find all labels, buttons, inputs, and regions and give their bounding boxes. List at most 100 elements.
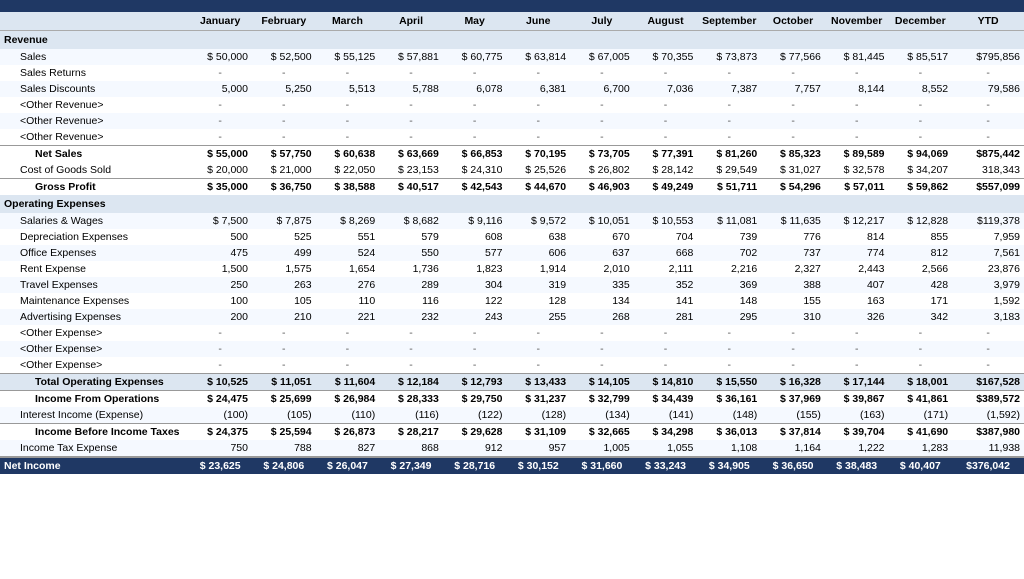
row-value: - [952, 357, 1024, 374]
row-value: - [634, 341, 698, 357]
row-value: $ 12,793 [443, 374, 507, 391]
row-label: Net Income [0, 457, 188, 474]
table-row: Gross Profit$ 35,000$ 36,750$ 38,588$ 40… [0, 179, 1024, 196]
row-value: $ 60,775 [443, 49, 507, 65]
row-value: $ 10,553 [634, 213, 698, 229]
table-row: Income From Operations$ 24,475$ 25,699$ … [0, 391, 1024, 408]
row-value: $ 67,005 [570, 49, 634, 65]
row-value: - [506, 341, 570, 357]
row-value: $ 26,802 [570, 162, 634, 179]
row-value: - [761, 341, 825, 357]
row-value: $ 34,905 [697, 457, 761, 474]
row-value: $ 31,027 [761, 162, 825, 179]
row-value: 1,222 [825, 440, 889, 457]
col-jul: July [570, 12, 634, 31]
row-value: $ 36,650 [761, 457, 825, 474]
row-value: $557,099 [952, 179, 1024, 196]
row-value: - [825, 97, 889, 113]
row-value: - [188, 113, 252, 129]
row-value: - [825, 129, 889, 146]
row-value: - [634, 65, 698, 81]
row-value: - [506, 65, 570, 81]
row-value: 388 [761, 277, 825, 293]
table-row: Net Income$ 23,625$ 24,806$ 26,047$ 27,3… [0, 457, 1024, 474]
row-value: $376,042 [952, 457, 1024, 474]
row-value: $ 25,699 [252, 391, 316, 408]
row-value: 276 [316, 277, 380, 293]
row-value: $ 85,323 [761, 146, 825, 163]
row-value: $ 63,814 [506, 49, 570, 65]
row-value: $ 15,550 [697, 374, 761, 391]
row-value: $ 9,572 [506, 213, 570, 229]
row-value: $ 52,500 [252, 49, 316, 65]
row-value: 163 [825, 293, 889, 309]
row-value: $ 38,483 [825, 457, 889, 474]
row-value: $ 36,013 [697, 424, 761, 441]
row-value: (134) [570, 407, 634, 424]
row-value: - [379, 113, 443, 129]
row-value: 606 [506, 245, 570, 261]
col-nov: November [825, 12, 889, 31]
row-value: - [570, 357, 634, 374]
row-value: - [252, 97, 316, 113]
row-value: - [252, 325, 316, 341]
row-value: 500 [188, 229, 252, 245]
row-label: Advertising Expenses [0, 309, 188, 325]
row-value: - [252, 341, 316, 357]
row-value: $ 40,407 [889, 457, 953, 474]
header [0, 0, 1024, 12]
table-row: <Other Expense>------------- [0, 357, 1024, 374]
row-value: 827 [316, 440, 380, 457]
row-value: 243 [443, 309, 507, 325]
row-value: $ 9,116 [443, 213, 507, 229]
row-label: <Other Expense> [0, 357, 188, 374]
row-value: 1,914 [506, 261, 570, 277]
row-value: $ 32,665 [570, 424, 634, 441]
row-value: $ 12,217 [825, 213, 889, 229]
row-value: $ 39,704 [825, 424, 889, 441]
row-value: $ 28,142 [634, 162, 698, 179]
row-value: (110) [316, 407, 380, 424]
row-value: - [952, 129, 1024, 146]
row-value: $ 51,711 [697, 179, 761, 196]
row-value: $ 26,984 [316, 391, 380, 408]
row-label: Gross Profit [0, 179, 188, 196]
row-value: - [697, 97, 761, 113]
table-row: <Other Revenue>------------- [0, 97, 1024, 113]
row-value: 134 [570, 293, 634, 309]
row-value: $ 26,047 [316, 457, 380, 474]
row-value: - [634, 357, 698, 374]
row-value: - [316, 357, 380, 374]
row-value: 2,566 [889, 261, 953, 277]
row-value: - [443, 113, 507, 129]
row-value: 868 [379, 440, 443, 457]
row-value: 232 [379, 309, 443, 325]
row-label: <Other Expense> [0, 325, 188, 341]
table-row: Total Operating Expenses$ 10,525$ 11,051… [0, 374, 1024, 391]
row-value: - [889, 97, 953, 113]
table-row: <Other Expense>------------- [0, 325, 1024, 341]
table-row: Cost of Goods Sold$ 20,000$ 21,000$ 22,0… [0, 162, 1024, 179]
row-value: 855 [889, 229, 953, 245]
row-value: $ 11,051 [252, 374, 316, 391]
row-value: - [443, 129, 507, 146]
row-value: - [252, 113, 316, 129]
row-value: $ 73,705 [570, 146, 634, 163]
row-value: $ 60,638 [316, 146, 380, 163]
row-value: - [443, 65, 507, 81]
row-value: 6,700 [570, 81, 634, 97]
row-value: 352 [634, 277, 698, 293]
row-value: 638 [506, 229, 570, 245]
row-value: 2,216 [697, 261, 761, 277]
row-value: - [889, 113, 953, 129]
row-value: 319 [506, 277, 570, 293]
row-value: $ 40,517 [379, 179, 443, 196]
row-label: <Other Revenue> [0, 113, 188, 129]
row-value: $ 49,249 [634, 179, 698, 196]
row-value: 1,592 [952, 293, 1024, 309]
row-value: - [316, 97, 380, 113]
row-value: 128 [506, 293, 570, 309]
row-value: (148) [697, 407, 761, 424]
row-value: (105) [252, 407, 316, 424]
row-value: 1,823 [443, 261, 507, 277]
